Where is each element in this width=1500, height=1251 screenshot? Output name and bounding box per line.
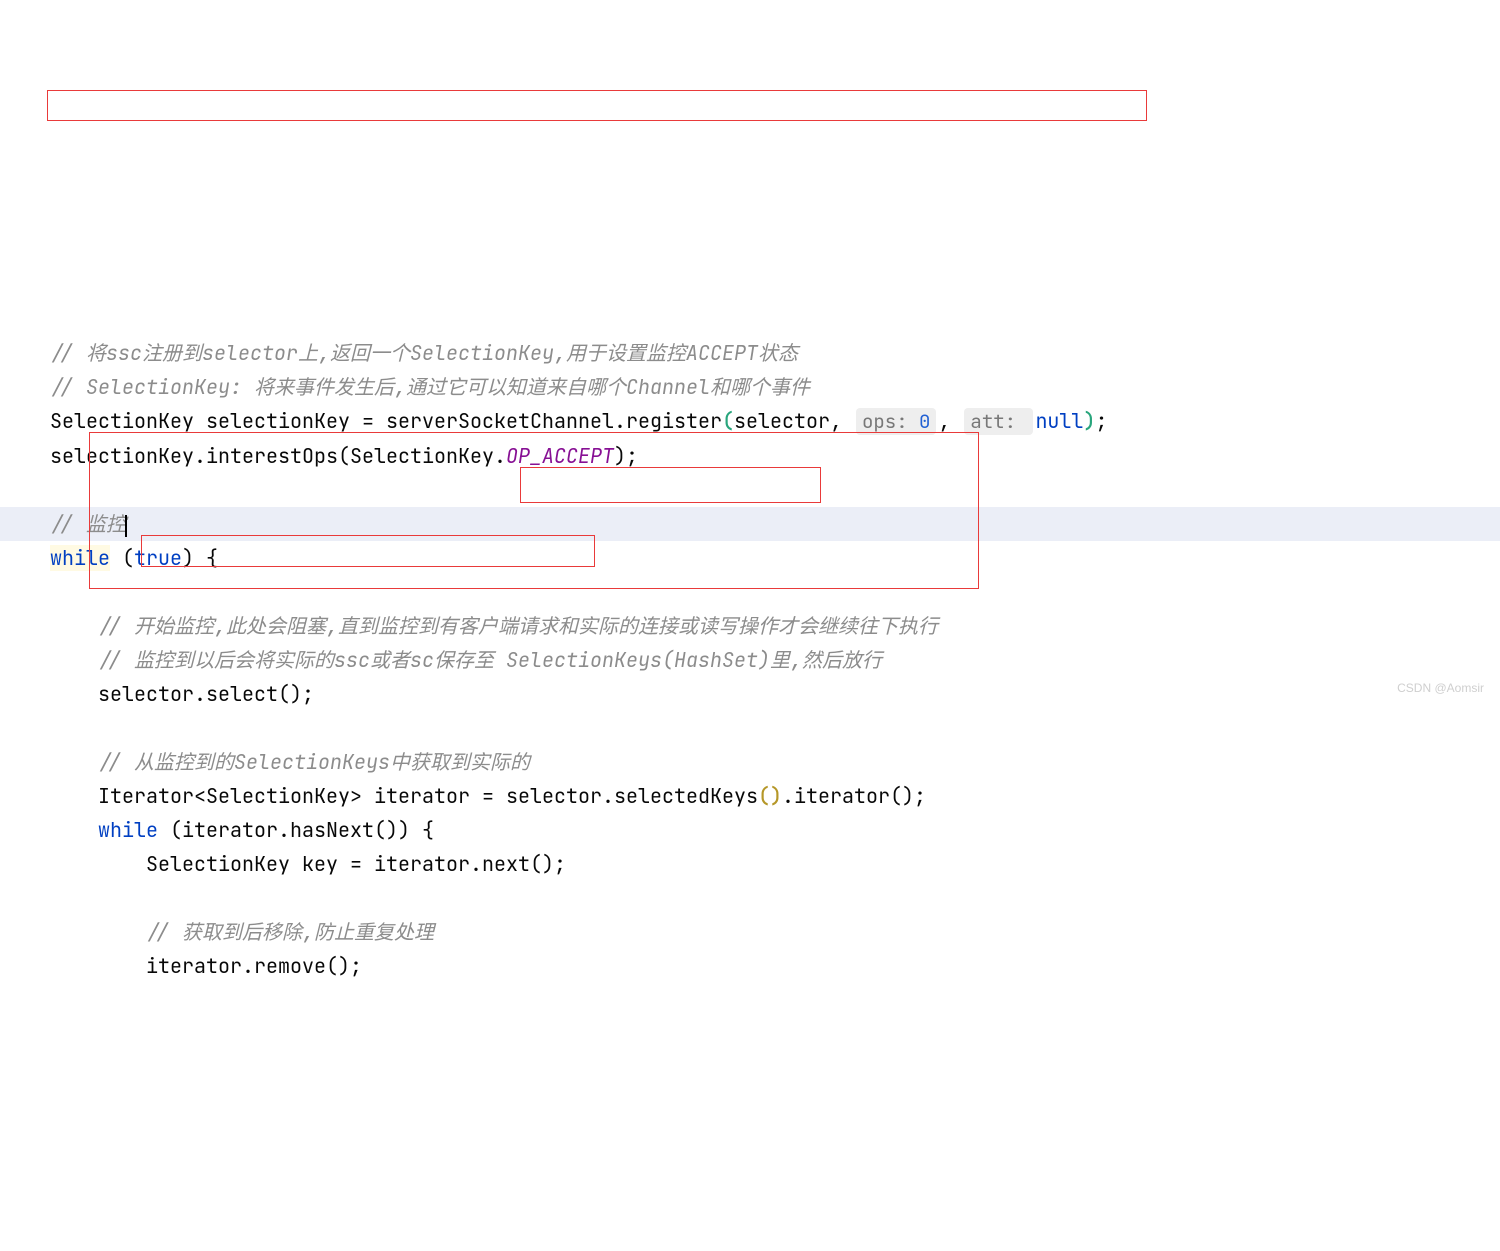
code-line-while-hasnext: while (iterator.hasNext()) { [50, 813, 1450, 847]
code-line-comment-1: // 将ssc注册到selector上,返回一个SelectionKey,用于设… [50, 336, 1450, 370]
text-cursor [125, 515, 127, 537]
inlay-hint-att: att: [964, 408, 1033, 435]
code-line-iterator-decl: Iterator<SelectionKey> iterator = select… [50, 779, 1450, 813]
code-line-comment-block: // 开始监控,此处会阻塞,直到监控到有客户端请求和实际的连接或读写操作才会继续… [50, 609, 1450, 643]
code-line-comment-save: // 监控到以后会将实际的ssc或者sc保存至 SelectionKeys(Ha… [50, 643, 1450, 677]
code-line-while-true: while (true) { [50, 541, 1450, 575]
code-line-blank-3 [50, 711, 1450, 745]
code-line-blank-1 [50, 473, 1450, 507]
annotation-box-register [47, 90, 1147, 121]
code-line-blank-2 [50, 575, 1450, 609]
code-line-remove: iterator.remove(); [50, 949, 1450, 983]
code-line-comment-2: // SelectionKey: 将来事件发生后,通过它可以知道来自哪个Chan… [50, 370, 1450, 404]
watermark: CSDN @Aomsir [1397, 671, 1484, 705]
code-line-comment-monitor: // 监控 [0, 507, 1500, 541]
code-line-blank-4 [50, 881, 1450, 915]
code-line-key-assign: SelectionKey key = iterator.next(); [50, 847, 1450, 881]
code-line-comment-iterator: // 从监控到的SelectionKeys中获取到实际的 [50, 745, 1450, 779]
code-line-interestops: selectionKey.interestOps(SelectionKey.OP… [50, 439, 1450, 473]
code-line-register: SelectionKey selectionKey = serverSocket… [50, 404, 1450, 439]
code-line-select: selector.select(); [50, 677, 1450, 711]
code-line-comment-remove: // 获取到后移除,防止重复处理 [50, 915, 1450, 949]
inlay-hint-ops: ops: 0 [856, 408, 936, 435]
